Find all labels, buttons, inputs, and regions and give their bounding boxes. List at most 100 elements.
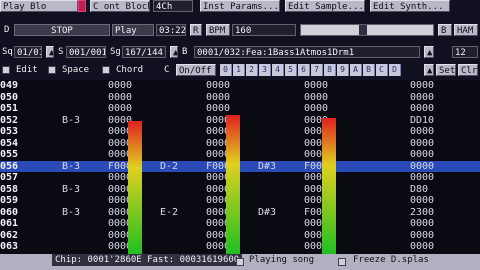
pattern-row[interactable]: 059 0000 0000 0000 0000 — [0, 195, 480, 206]
freeze-display-label: Freeze D.splas — [350, 254, 432, 266]
pattern-row[interactable]: 057 0000 0000 0000 0000 — [0, 172, 480, 183]
top-button-row: Play Blo C ont Block 4Ch Inst Params... … — [0, 0, 480, 12]
play-button[interactable]: Play — [112, 24, 154, 36]
seq-arrows[interactable]: ▲ — [46, 46, 54, 58]
cmd-ch4: 0000 — [410, 103, 435, 114]
cmd-ch4: 0000 — [410, 195, 435, 206]
b-button[interactable]: B — [438, 24, 452, 36]
cmd-ch4: 0000 — [410, 172, 435, 183]
pattern-row[interactable]: 050 0000 0000 0000 0000 — [0, 92, 480, 103]
onoff-button[interactable]: On/Off — [176, 64, 216, 76]
pattern-row[interactable]: 060 B-3 0000 E-2 0000 D#3 F000 2300 — [0, 207, 480, 218]
pattern-row[interactable]: 055 0000 0000 0000 0000 — [0, 149, 480, 160]
cmd-ch2: 0000 — [206, 103, 231, 114]
pattern-row[interactable]: 062 0000 0000 0000 0000 — [0, 230, 480, 241]
cmd-ch4: 0000 — [410, 218, 435, 229]
row-number: 051 — [0, 103, 19, 114]
row-number: 054 — [0, 137, 19, 149]
channel-toggle-4[interactable]: 4 — [272, 64, 284, 76]
pattern-row[interactable]: 054 0000 0000 0000 0000 — [0, 138, 480, 149]
channel-toggle-B[interactable]: B — [363, 64, 375, 76]
cmd-ch4: 0000 — [410, 126, 435, 137]
cmd-ch3: 0000 — [304, 80, 329, 91]
inst-params-button[interactable]: Inst Params... — [200, 0, 280, 12]
position-field[interactable]: 001/001 — [66, 46, 106, 58]
cmd-ch2: 0000 — [206, 91, 231, 103]
sg-label: Sg — [110, 47, 121, 57]
channel-toggle-9[interactable]: 9 — [337, 64, 349, 76]
set-button[interactable]: Set — [436, 64, 456, 76]
channel-toggle-D[interactable]: D — [389, 64, 401, 76]
pattern-row[interactable]: 063 0000 0000 0000 0000 — [0, 241, 480, 252]
channel-toggle-5[interactable]: 5 — [285, 64, 297, 76]
seq-field[interactable]: 01/01 — [14, 46, 42, 58]
freeze-checkbox[interactable] — [338, 258, 346, 266]
memory-readout: Chip: 0001'2860E Fast: 00031619600 — [52, 254, 243, 266]
block-name-field[interactable]: 0001/032:Fea:1Bass1Atmos1Drm1 — [194, 46, 420, 58]
sg-field[interactable]: 167/144 — [122, 46, 166, 58]
hex-arrow[interactable]: ▲ — [424, 64, 434, 76]
channel-toggle-0[interactable]: 0 — [220, 64, 232, 76]
chord-checkbox[interactable] — [102, 66, 110, 74]
row-number: 057 — [0, 172, 19, 183]
row-number: 059 — [0, 195, 19, 206]
row-number: 053 — [0, 126, 19, 137]
playing-checkbox[interactable] — [236, 258, 244, 266]
play-block-button[interactable]: Play Blo — [0, 0, 78, 12]
clr-button[interactable]: Clr — [458, 64, 478, 76]
cmd-ch4: 2300 — [410, 206, 435, 218]
pattern-row[interactable]: 058 B-3 0000 0000 0000 D80 — [0, 184, 480, 195]
channel-toggle-7[interactable]: 7 — [311, 64, 323, 76]
edit-synth-button[interactable]: Edit Synth... — [370, 0, 450, 12]
block-arrow[interactable]: ▲ — [424, 46, 434, 58]
edit-checkbox[interactable] — [2, 66, 10, 74]
channel-toggle-bar: 0123456789ABCD — [220, 64, 420, 76]
pattern-editor[interactable]: 049 0000 0000 0000 0000 050 0000 0000 0000 0000 05… — [0, 80, 480, 254]
note-ch1: B-3 — [62, 160, 81, 172]
channels-field[interactable]: 4Ch — [153, 0, 193, 12]
bpm-button[interactable]: BPM — [206, 24, 230, 36]
record-indicator[interactable] — [78, 0, 86, 12]
slider-knob[interactable] — [359, 25, 367, 35]
channel-toggle-6[interactable]: 6 — [298, 64, 310, 76]
row-number: 052 — [0, 114, 19, 126]
s-label: S — [58, 47, 64, 57]
pattern-row[interactable]: 051 0000 0000 0000 0000 — [0, 103, 480, 114]
tracker-screen: Play Blo C ont Block 4Ch Inst Params... … — [0, 0, 480, 270]
pattern-row[interactable]: 052 B-3 0000 0000 0000 DD10 — [0, 115, 480, 126]
r-button[interactable]: R — [190, 24, 202, 36]
channel-toggle-8[interactable]: 8 — [324, 64, 336, 76]
note-ch2: E-2 — [160, 206, 179, 218]
row-number: 049 — [0, 80, 19, 91]
space-label: Space — [62, 65, 90, 75]
channel-toggle-C[interactable]: C — [376, 64, 388, 76]
channel-toggle-2[interactable]: 2 — [246, 64, 258, 76]
cmd-ch3: 0000 — [304, 103, 329, 114]
channel-toggle-1[interactable]: 1 — [233, 64, 245, 76]
cmd-ch1: 0000 — [108, 91, 133, 103]
sg-arrows[interactable]: ▲ — [170, 46, 178, 58]
bpm-field[interactable]: 160 — [232, 24, 296, 36]
block-number[interactable]: 12 — [452, 46, 478, 58]
pattern-row[interactable]: 049 0000 0000 0000 0000 — [0, 80, 480, 91]
transport-row: D STOP Play 03:22 R BPM 160 B HAM — [0, 24, 480, 36]
pattern-row[interactable]: 056 B-3 F000 D-2 F000 D#3 F000 0000 — [0, 160, 480, 172]
tempo-slider[interactable] — [300, 24, 434, 36]
stop-button[interactable]: STOP — [14, 24, 110, 36]
cmd-ch2: 0000 — [206, 80, 231, 91]
cmd-ch4: 0000 — [410, 80, 435, 91]
channel-toggle-A[interactable]: A — [350, 64, 362, 76]
pattern-row[interactable]: 053 0000 0000 0000 0000 — [0, 126, 480, 137]
pattern-row[interactable]: 061 0000 0000 0000 0000 — [0, 218, 480, 229]
ham-button[interactable]: HAM — [454, 24, 478, 36]
cmd-ch4: 0000 — [410, 241, 435, 252]
note-ch2: D-2 — [160, 160, 179, 172]
vu-meter-ch2 — [226, 114, 240, 254]
row-number: 050 — [0, 91, 19, 103]
space-checkbox[interactable] — [48, 66, 56, 74]
time-display: 03:22 — [156, 24, 186, 36]
cmd-ch4: 0000 — [410, 149, 435, 160]
edit-sample-button[interactable]: Edit Sample... — [285, 0, 365, 12]
channel-toggle-3[interactable]: 3 — [259, 64, 271, 76]
cont-block-button[interactable]: C ont Block — [90, 0, 150, 12]
